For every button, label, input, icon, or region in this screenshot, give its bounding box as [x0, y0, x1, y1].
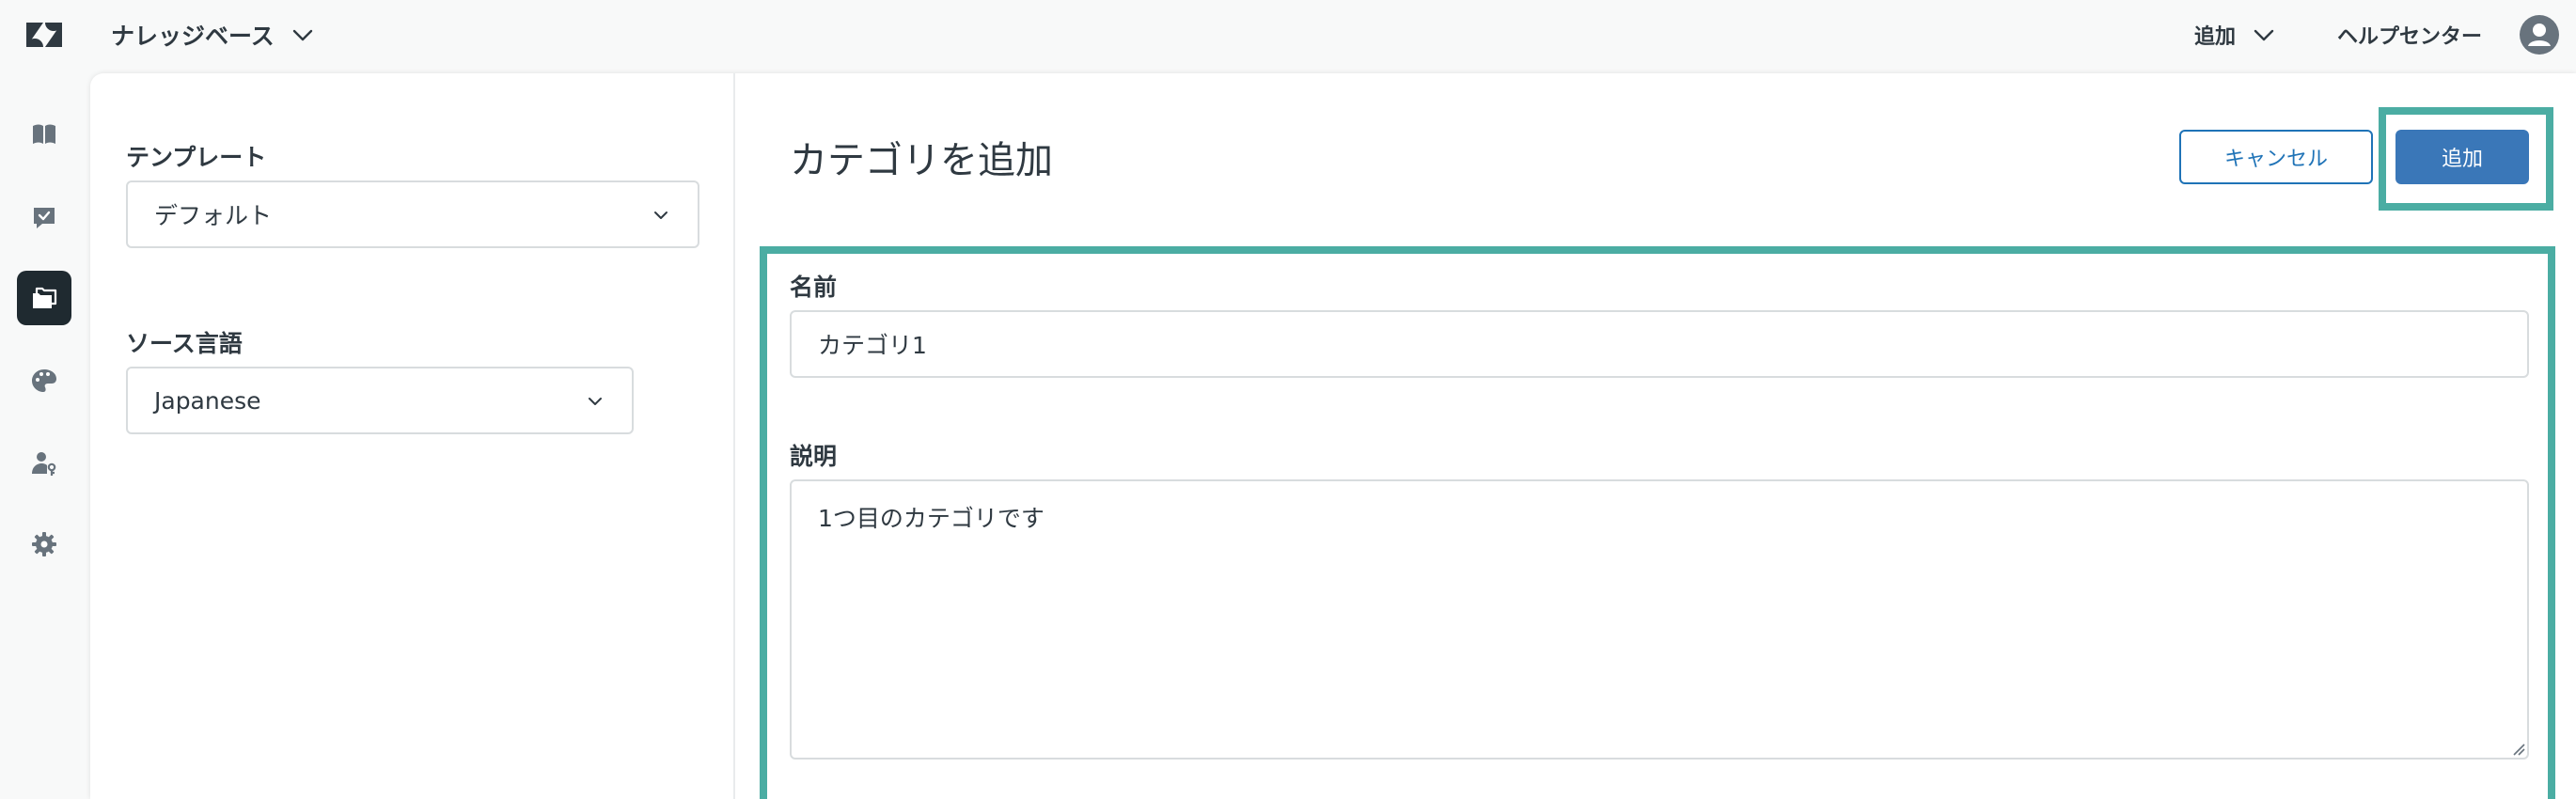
cancel-button[interactable]: キャンセル: [2179, 130, 2373, 184]
help-center-link[interactable]: ヘルプセンター: [2337, 20, 2482, 50]
product-name: ナレッジベース: [111, 23, 275, 50]
user-avatar-icon[interactable]: [2520, 15, 2559, 55]
chevron-down-icon: [654, 212, 668, 219]
product-switcher[interactable]: ナレッジベース: [111, 17, 316, 53]
chevron-down-icon: [292, 29, 312, 41]
name-input[interactable]: [790, 310, 2529, 378]
template-select-value: デフォルト: [154, 202, 273, 229]
checked-message-icon: [34, 208, 55, 228]
chevron-down-icon: [2254, 29, 2274, 41]
nav-item-customize-design[interactable]: [17, 353, 71, 408]
gear-icon: [32, 532, 56, 556]
folders-icon: [33, 287, 57, 308]
resize-handle-icon[interactable]: [2510, 741, 2525, 756]
header-add-label: 追加: [2193, 25, 2236, 49]
add-button[interactable]: 追加: [2395, 130, 2529, 184]
nav-item-settings[interactable]: [17, 517, 71, 572]
nav-item-knowledge[interactable]: [17, 107, 71, 162]
nav-item-moderation[interactable]: [17, 190, 71, 244]
source-language-label: ソース言語: [126, 330, 243, 357]
template-label: テンプレート: [126, 144, 267, 171]
left-nav: [0, 70, 90, 799]
source-language-select[interactable]: Japanese: [126, 367, 634, 434]
source-language-select-value: Japanese: [154, 386, 261, 415]
category-form-panel: カテゴリを追加 キャンセル 追加 名前 説明 1つ目のカテゴリです: [737, 73, 2576, 799]
nav-item-arrange-content[interactable]: [17, 271, 71, 325]
zendesk-logo-icon[interactable]: [24, 19, 64, 51]
description-textarea[interactable]: 1つ目のカテゴリです: [790, 479, 2529, 760]
description-label: 説明: [790, 443, 838, 470]
chevron-down-icon: [589, 398, 602, 405]
category-settings-panel: テンプレート デフォルト ソース言語 Japanese: [90, 73, 735, 799]
page-title: カテゴリを追加: [790, 139, 1053, 182]
header-actions: 追加 ヘルプセンター: [2194, 0, 2576, 70]
name-label: 名前: [790, 274, 838, 301]
book-icon: [33, 124, 55, 144]
header-add-menu[interactable]: 追加: [2194, 20, 2277, 50]
nav-item-user-permissions[interactable]: [17, 436, 71, 491]
top-bar: ナレッジベース 追加 ヘルプセンター: [0, 0, 2576, 70]
template-select[interactable]: デフォルト: [126, 180, 699, 248]
user-key-icon: [32, 452, 56, 476]
main-panel: テンプレート デフォルト ソース言語 Japanese カテゴリを追加 キャンセ…: [90, 73, 2576, 799]
palette-icon: [32, 369, 56, 392]
